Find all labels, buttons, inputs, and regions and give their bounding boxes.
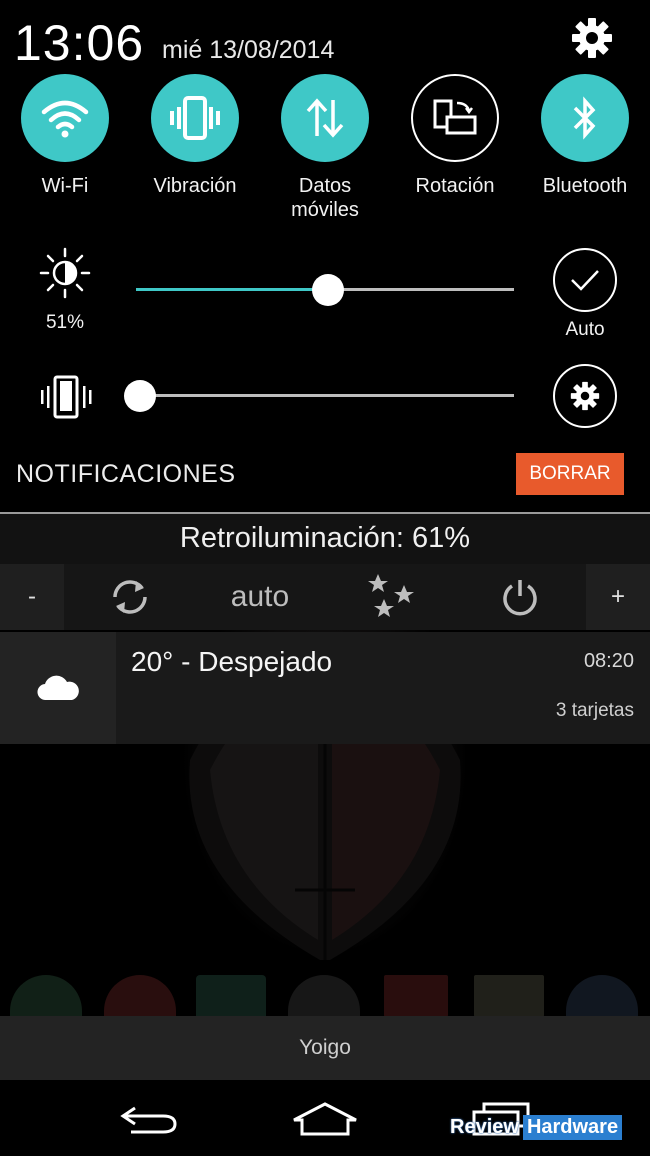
toggle-rotation-label: Rotación — [415, 175, 495, 197]
toggle-vibration[interactable]: Vibración — [130, 74, 260, 198]
notification-subtitle: 3 tarjetas — [555, 700, 634, 721]
dock-app-icon — [196, 975, 266, 1017]
date-label: mié 13/08/2014 — [162, 36, 335, 64]
vibrate-icon — [151, 74, 239, 162]
checkmark-icon — [571, 270, 599, 291]
auto-brightness-label: Auto — [565, 319, 605, 340]
back-arrow-icon — [120, 1106, 177, 1134]
volume-slider-thumb[interactable] — [124, 380, 156, 412]
backlight-decrease-button[interactable]: - — [0, 564, 64, 630]
backlight-auto-mode[interactable]: auto — [210, 564, 310, 630]
brightness-percent: 51% — [45, 312, 85, 333]
toggle-wifi-label: Wi-Fi — [41, 175, 89, 197]
auto-brightness-button[interactable] — [553, 248, 617, 312]
sync-icon[interactable] — [96, 564, 164, 630]
dock-app-icon — [384, 975, 448, 1017]
dock-app-icon — [474, 975, 544, 1017]
weather-notification[interactable]: 20° - Despejado 08:20 3 tarjetas — [0, 632, 650, 744]
stars-night-icon[interactable] — [356, 564, 426, 630]
power-icon[interactable] — [486, 564, 554, 630]
notifications-title: NOTIFICACIONES — [16, 460, 236, 488]
background-dock — [0, 975, 650, 1017]
toggle-rotation[interactable]: Rotación — [390, 74, 520, 198]
backlight-widget: Retroiluminación: 61% — [0, 514, 650, 564]
clear-notifications-button[interactable]: BORRAR — [516, 453, 624, 495]
settings-gear-icon[interactable] — [568, 14, 616, 62]
toggle-bluetooth[interactable]: Bluetooth — [520, 74, 650, 198]
bluetooth-icon — [541, 74, 629, 162]
quick-toggles: Wi-Fi Vibración Datos móviles Rotación B… — [0, 72, 650, 232]
gear-icon — [570, 381, 600, 411]
backlight-increase-button[interactable]: + — [586, 564, 650, 630]
dock-app-icon — [10, 975, 82, 1017]
sound-settings-button[interactable] — [553, 364, 617, 428]
brightness-track-fill — [136, 288, 329, 291]
cloud-icon — [37, 675, 79, 701]
rotation-icon — [411, 74, 499, 162]
carrier-name: Yoigo — [299, 1036, 351, 1059]
toggle-vibration-label: Vibración — [153, 175, 237, 197]
status-header: 13:06 mié 13/08/2014 — [0, 0, 650, 80]
dock-app-icon — [104, 975, 176, 1017]
toggle-mobile-data[interactable]: Datos móviles — [260, 74, 390, 222]
vibrate-mode-icon — [40, 374, 94, 420]
back-button[interactable] — [104, 1088, 194, 1148]
backlight-label: Retroiluminación: 61% — [179, 522, 471, 554]
volume-track[interactable] — [136, 394, 514, 397]
brightness-slider-thumb[interactable] — [312, 274, 345, 306]
wifi-icon — [21, 74, 109, 162]
watermark-logo: Review Hardware — [450, 1114, 623, 1140]
watermark-review: Review — [450, 1115, 519, 1138]
notification-icon-box — [0, 632, 116, 744]
weather-title: 20° - Despejado — [131, 646, 333, 677]
data-arrows-icon — [281, 74, 369, 162]
toggle-mobile-data-label: Datos móviles — [291, 175, 359, 221]
watermark-hardware: Hardware — [522, 1114, 623, 1140]
home-icon — [293, 1102, 357, 1136]
backlight-controls: - auto + — [0, 564, 650, 630]
clock-time: 13:06 — [14, 15, 145, 71]
navigation-bar: Review Hardware — [0, 1080, 650, 1156]
notification-time: 08:20 — [583, 650, 634, 672]
toggle-wifi[interactable]: Wi-Fi — [0, 74, 130, 198]
brightness-sun-icon — [38, 246, 92, 300]
carrier-bar: Yoigo — [0, 1016, 650, 1080]
volume-row — [0, 364, 650, 434]
brightness-row: 51% Auto — [0, 244, 650, 344]
home-button[interactable] — [280, 1088, 370, 1148]
dock-app-icon — [566, 975, 638, 1017]
dock-app-icon — [288, 975, 360, 1017]
toggle-bluetooth-label: Bluetooth — [542, 175, 628, 197]
